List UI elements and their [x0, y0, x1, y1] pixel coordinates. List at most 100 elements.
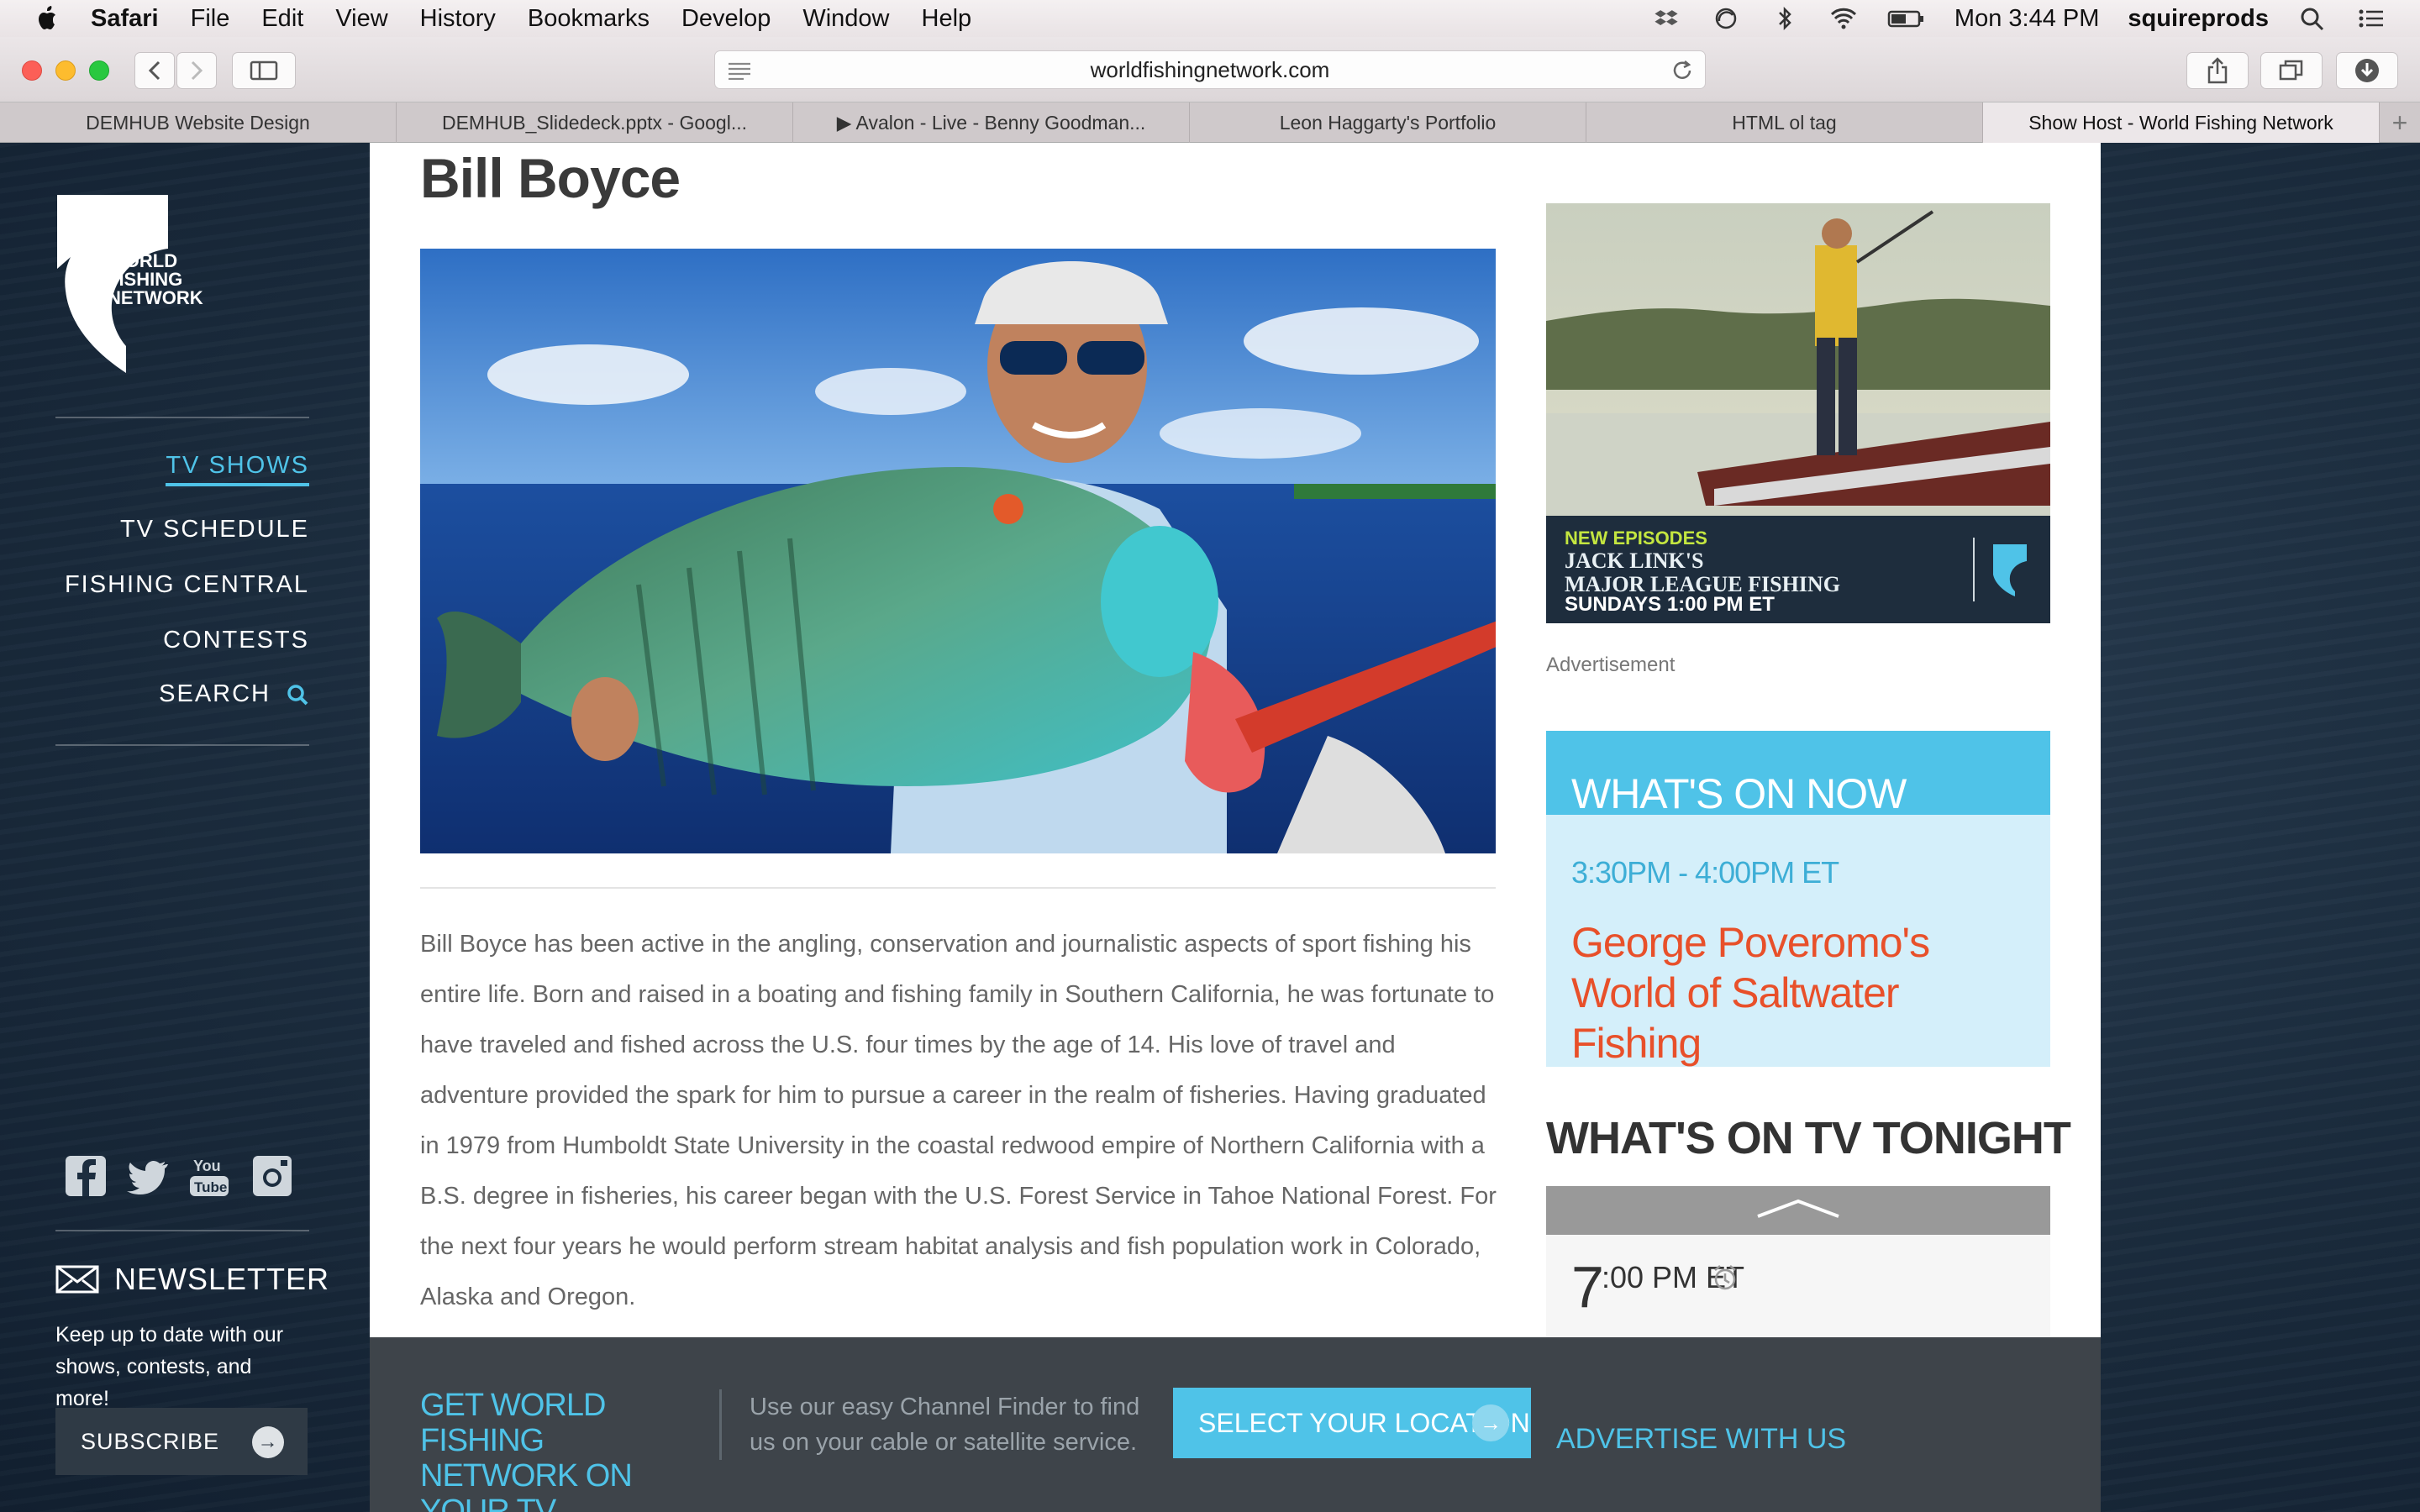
menu-help[interactable]: Help: [922, 5, 972, 33]
browser-tab[interactable]: DEMHUB Website Design: [0, 102, 397, 143]
site-sidebar: WORLD FISHING NETWORK TV SHOWS TV SCHEDU…: [0, 143, 370, 1512]
sidebar-toggle-button[interactable]: [232, 52, 296, 89]
address-bar[interactable]: worldfishingnetwork.com: [714, 50, 1706, 89]
channel-finder-text: Use our easy Channel Finder to find us o…: [750, 1394, 1140, 1456]
envelope-icon: [55, 1265, 99, 1294]
menu-view[interactable]: View: [335, 5, 387, 33]
ad-photo: [1546, 203, 2050, 516]
web-page: WORLD FISHING NETWORK TV SHOWS TV SCHEDU…: [0, 143, 2420, 1512]
apple-icon[interactable]: [34, 4, 62, 33]
browser-tab[interactable]: HTML ol tag: [1586, 102, 1983, 143]
menu-develop[interactable]: Develop: [681, 5, 771, 33]
advertise-link[interactable]: ADVERTISE WITH US: [1556, 1423, 1846, 1456]
search-icon: [287, 685, 308, 706]
schedule-slot[interactable]: 7 :00 PM ET: [1546, 1235, 2050, 1344]
nav-tv-schedule[interactable]: TV SCHEDULE: [120, 516, 309, 543]
bar-divider: [719, 1389, 722, 1460]
wifi-icon[interactable]: [1828, 6, 1859, 31]
host-hero-image: [420, 249, 1496, 853]
forward-button[interactable]: [176, 52, 217, 89]
ad-line-1: NEW EPISODES: [1565, 528, 1707, 549]
url-text[interactable]: worldfishingnetwork.com: [1091, 57, 1330, 83]
wfn-mini-logo-icon: [1993, 544, 2027, 596]
menu-edit[interactable]: Edit: [261, 5, 303, 33]
browser-tab[interactable]: ▶ Avalon - Live - Benny Goodman...: [793, 102, 1190, 143]
subscribe-button[interactable]: SUBSCRIBE →: [55, 1408, 308, 1475]
select-location-button[interactable]: SELECT YOUR LOCATION →: [1173, 1388, 1531, 1458]
menu-window[interactable]: Window: [802, 5, 889, 33]
dropbox-icon[interactable]: [1652, 6, 1682, 31]
chevron-up-icon: [1757, 1199, 1839, 1218]
sidebar-divider: [55, 1230, 309, 1231]
svg-text:Tube: Tube: [194, 1179, 227, 1195]
nav-fishing-central[interactable]: FISHING CENTRAL: [65, 571, 309, 599]
fullscreen-window-button[interactable]: [89, 60, 109, 81]
browser-tab[interactable]: DEMHUB_Slidedeck.pptx - Googl...: [397, 102, 793, 143]
menu-bookmarks[interactable]: Bookmarks: [528, 5, 650, 33]
nav-search[interactable]: SEARCH: [159, 680, 309, 708]
newsletter-description: Keep up to date with our shows, contests…: [55, 1323, 284, 1410]
whats-on-now-panel: WHAT'S ON NOW 3:30PM - 4:00PM ET George …: [1546, 731, 2050, 1067]
bio-divider: [420, 887, 1496, 889]
get-wfn-headline: GET WORLD FISHING NETWORK ON YOUR TV: [420, 1388, 633, 1512]
tab-overview-button[interactable]: [2260, 52, 2323, 89]
bluetooth-icon[interactable]: [1770, 6, 1800, 31]
schedule-scroll-up-button[interactable]: [1546, 1186, 2050, 1235]
browser-tab-active[interactable]: Show Host - World Fishing Network: [1983, 102, 2380, 143]
advertisement-banner[interactable]: NEW EPISODES JACK LINK'S MAJOR LEAGUE FI…: [1546, 203, 2050, 623]
menu-app-name[interactable]: Safari: [91, 5, 159, 33]
browser-tab[interactable]: Leon Haggarty's Portfolio: [1190, 102, 1586, 143]
safari-toolbar: worldfishingnetwork.com: [0, 37, 2420, 102]
page-title: Bill Boyce: [420, 147, 681, 209]
ad-line-2a: JACK LINK'S: [1565, 549, 1704, 573]
newsletter-block: NEWSLETTER Keep up to date with our show…: [55, 1262, 329, 1415]
nav-search-label: SEARCH: [159, 680, 271, 707]
minimize-window-button[interactable]: [55, 60, 76, 81]
whats-on-now-title: WHAT'S ON NOW: [1546, 731, 2050, 815]
menu-file[interactable]: File: [191, 5, 230, 33]
whats-on-now-time: 3:30PM - 4:00PM ET: [1571, 855, 1839, 890]
chevron-right-icon: [191, 60, 203, 81]
menubar-user[interactable]: squireprods: [2128, 5, 2269, 33]
macos-menu-bar: Safari File Edit View History Bookmarks …: [0, 0, 2420, 37]
nav-tv-shows[interactable]: TV SHOWS: [166, 452, 309, 486]
menubar-clock[interactable]: Mon 3:44 PM: [1954, 5, 2099, 33]
ad-separator: [1973, 538, 1975, 601]
share-icon: [2207, 57, 2228, 84]
share-button[interactable]: [2186, 52, 2249, 89]
downloads-button[interactable]: [2336, 52, 2398, 89]
whats-on-now-show-link[interactable]: George Poveromo's World of Saltwater Fis…: [1571, 917, 2025, 1068]
main-content: Bill Boyce Bill Boyce has been active in…: [370, 143, 2101, 1512]
close-window-button[interactable]: [22, 60, 42, 81]
sync-icon[interactable]: [1711, 6, 1741, 31]
sidebar-icon: [250, 60, 278, 81]
tabs-icon: [2279, 60, 2303, 81]
social-links: You Tube: [64, 1152, 294, 1200]
slot-hour: 7: [1571, 1254, 1604, 1320]
notification-center-icon[interactable]: [2356, 6, 2386, 31]
tonight-title: WHAT'S ON TV TONIGHT: [1546, 1113, 2071, 1163]
chevron-left-icon: [148, 60, 160, 81]
back-button[interactable]: [134, 52, 175, 89]
instagram-icon[interactable]: [250, 1152, 294, 1200]
svg-text:You: You: [193, 1158, 221, 1174]
ad-line-2: JACK LINK'S MAJOR LEAGUE FISHING: [1565, 549, 1840, 596]
facebook-icon[interactable]: [64, 1152, 108, 1200]
newsletter-title: NEWSLETTER: [55, 1262, 329, 1297]
main-nav: TV SHOWS TV SCHEDULE FISHING CENTRAL CON…: [0, 143, 309, 731]
new-tab-button[interactable]: +: [2380, 102, 2420, 143]
subscribe-label: SUBSCRIBE: [81, 1428, 220, 1454]
host-bio: Bill Boyce has been active in the anglin…: [420, 931, 1497, 1310]
advertisement-label: Advertisement: [1546, 654, 1676, 676]
reload-icon[interactable]: [1670, 58, 1695, 83]
battery-icon[interactable]: [1887, 6, 1926, 31]
twitter-icon[interactable]: [126, 1152, 170, 1200]
nav-contests[interactable]: CONTESTS: [163, 627, 309, 654]
alarm-clock-icon[interactable]: [1711, 1263, 1739, 1292]
youtube-icon[interactable]: You Tube: [188, 1152, 232, 1200]
reader-view-icon[interactable]: [727, 61, 752, 80]
spotlight-search-icon[interactable]: [2297, 6, 2328, 31]
channel-finder-bar: GET WORLD FISHING NETWORK ON YOUR TV Use…: [370, 1337, 2101, 1512]
menu-history[interactable]: History: [420, 5, 496, 33]
tab-bar: DEMHUB Website Design DEMHUB_Slidedeck.p…: [0, 102, 2420, 143]
